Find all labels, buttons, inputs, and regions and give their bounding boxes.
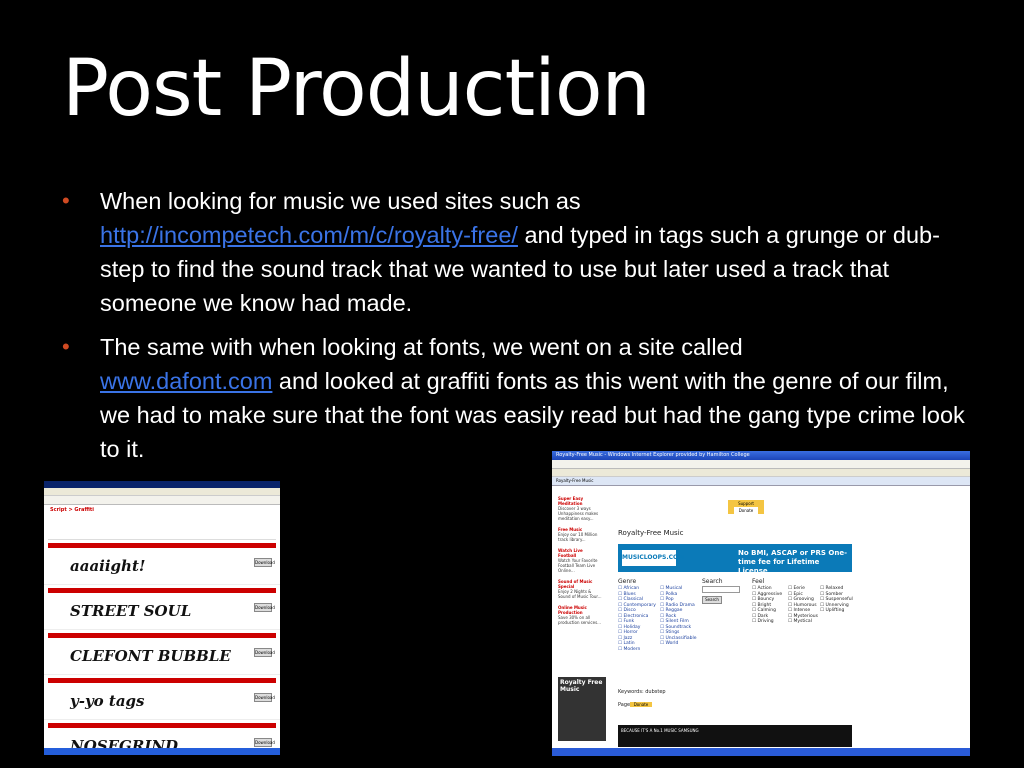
incompetech-link[interactable]: http://incompetech.com/m/c/royalty-free/ (100, 222, 518, 248)
feel-list-2[interactable]: ☐ Eerie ☐ Epic ☐ Grooving ☐ Humorous ☐ Inten… (788, 586, 818, 625)
font-sample: STREET SOUL (70, 602, 192, 620)
feel-list[interactable]: ☐ Action ☐ Aggressive ☐ Bouncy ☐ Bright ☐ Ca… (752, 586, 782, 625)
browser-titlebar (44, 481, 280, 488)
bullet-text: When looking for music we used sites suc… (100, 188, 581, 214)
feel-column: Feel ☐ Action ☐ Aggressive ☐ Bouncy ☐ Brigh… (752, 577, 782, 625)
download-button[interactable]: Download (254, 648, 275, 657)
music-sidebar: Super Easy Meditation Discover 3 ways Un… (558, 496, 602, 625)
bullet-dot-icon: • (62, 188, 70, 213)
list-item[interactable]: ☐ Uplifting (820, 608, 853, 614)
keywords-label: Keywords: dubstep (618, 689, 666, 695)
dafont-screenshot: Script > Graffiti aaaiight! Download STR… (44, 481, 280, 755)
feel-list-3[interactable]: ☐ Relaxed ☐ Somber ☐ Suspenseful ☐ Unnervin… (820, 586, 853, 614)
list-item[interactable]: ☐ Suspenseful (820, 597, 853, 603)
royalty-free-music-box: Royalty Free Music (558, 677, 606, 741)
font-row: STREET SOUL Download (44, 593, 280, 630)
dafont-link[interactable]: www.dafont.com (100, 368, 272, 394)
download-button[interactable]: Download (254, 558, 275, 567)
dafont-heading: Script > Graffiti (50, 507, 95, 513)
font-sample: CLEFONT BUBBLE (70, 647, 231, 665)
font-sample: aaaiight! (70, 557, 146, 575)
search-input[interactable] (702, 586, 740, 593)
sidebar-heading[interactable]: Watch Live Football (558, 548, 602, 558)
musicloops-logo: MUSICLOOPS.COM (622, 550, 684, 566)
genre-list-2[interactable]: ☐ Musical ☐ Polka ☐ Pop ☐ Radio Drama ☐ Regg… (660, 586, 697, 647)
browser-menubar (44, 488, 280, 496)
bottom-ad-banner[interactable]: BECAUSE IT'S A No.1 MUSIC SAMSUNG (618, 725, 852, 747)
browser-tab: Royalty-Free Music (552, 477, 970, 486)
download-button[interactable]: Download (254, 738, 275, 747)
sidebar-heading[interactable]: Super Easy Meditation (558, 496, 602, 506)
list-item[interactable]: ☐ World (660, 641, 697, 647)
search-button[interactable]: Search (702, 596, 722, 604)
banner-text: No BMI, ASCAP or PRS One-time fee for Li… (738, 549, 847, 575)
page-heading: Royalty-Free Music (618, 529, 684, 537)
genre-list[interactable]: ☐ African ☐ Blues ☐ Classical ☐ Contemporar… (618, 586, 656, 652)
ad-banner[interactable]: MUSICLOOPS.COM No BMI, ASCAP or PRS One-… (618, 544, 852, 575)
search-heading: Search (702, 578, 723, 585)
browser-address-bar (44, 496, 280, 505)
bullet-list: • When looking for music we used sites s… (62, 184, 972, 476)
feel-heading: Feel (752, 578, 765, 585)
sidebar-text: Enjoy 2 Nights & Sound of Music Tour... (558, 589, 602, 599)
sidebar-text: Watch Your Favorite Football Team Live O… (558, 558, 598, 573)
font-sample: y-yo tags (70, 692, 145, 710)
support-box: Support Donate (728, 500, 764, 514)
taskbar (44, 748, 280, 755)
search-column: Search Search (702, 577, 740, 604)
browser-menubar (552, 469, 970, 477)
genre-column: Genre ☐ African ☐ Blues ☐ Classical ☐ Conte… (618, 577, 656, 652)
music-screenshot: Royalty-Free Music - Windows Internet Ex… (552, 451, 970, 756)
slide-title: Post Production (62, 44, 651, 134)
browser-titlebar: Royalty-Free Music - Windows Internet Ex… (552, 451, 970, 460)
sidebar-text: Enjoy our 10 Million track library... (558, 532, 598, 542)
sidebar-heading[interactable]: Sound of Music Special (558, 579, 602, 589)
list-item[interactable]: ☐ Mystical (788, 619, 818, 625)
download-button[interactable]: Download (254, 603, 275, 612)
font-row: y-yo tags Download (44, 683, 280, 720)
genre-heading: Genre (618, 578, 637, 585)
taskbar (552, 748, 970, 756)
list-item[interactable]: ☐ Modern (618, 647, 656, 653)
donate-button[interactable]: Donate (734, 507, 758, 514)
list-item[interactable]: ☐ Driving (752, 619, 782, 625)
donate-button[interactable]: Donate (630, 702, 652, 707)
font-row: CLEFONT BUBBLE Download (44, 638, 280, 675)
list-item[interactable]: ☐ Grooving (788, 597, 818, 603)
sidebar-heading[interactable]: Online Music Production (558, 605, 602, 615)
bullet-item: • When looking for music we used sites s… (62, 184, 972, 320)
sidebar-text: Discover 3 ways Unhappiness makes medita… (558, 506, 599, 521)
sidebar-text: Save 30% on all production services... (558, 615, 601, 625)
download-button[interactable]: Download (254, 693, 275, 702)
bullet-item: • The same with when looking at fonts, w… (62, 330, 972, 466)
bullet-dot-icon: • (62, 334, 70, 359)
font-row: aaaiight! Download (44, 548, 280, 585)
browser-address-bar (552, 460, 970, 469)
bullet-text: The same with when looking at fonts, we … (100, 334, 743, 360)
support-label: Support (738, 501, 754, 506)
slide: Post Production • When looking for music… (0, 0, 1024, 768)
dafont-filter-bar (48, 515, 276, 540)
